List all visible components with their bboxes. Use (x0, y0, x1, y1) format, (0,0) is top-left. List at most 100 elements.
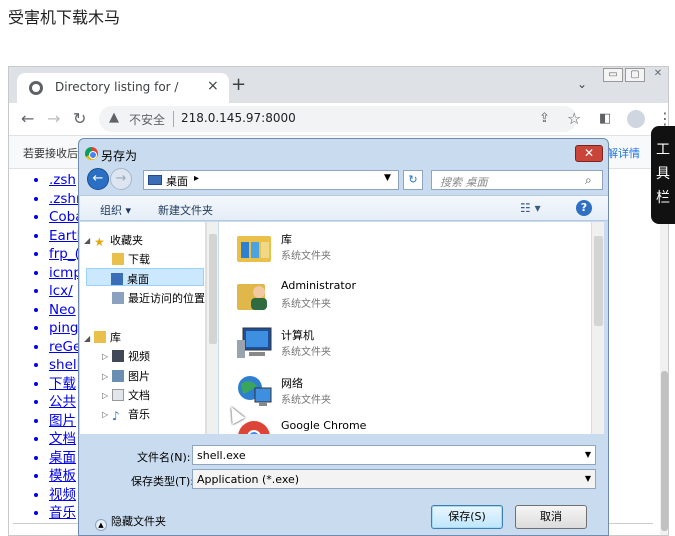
nav-scrollbar[interactable] (206, 222, 218, 434)
file-scroll-thumb[interactable] (594, 236, 603, 326)
dialog-nav-bar: ← → 桌面 ▸ ▼ ↻ 搜索 桌面 ⌕ (85, 167, 604, 193)
file-name: Administrator (281, 279, 356, 292)
chevron-down-icon[interactable]: ▼ (585, 450, 591, 459)
video-icon (112, 350, 124, 362)
file-item[interactable]: Administrator 系统文件夹 (235, 274, 535, 318)
organize-button[interactable]: 组织 ▾ (100, 202, 131, 218)
file-scrollbar[interactable] (591, 222, 604, 434)
nav-recent-label: 最近访问的位置 (128, 292, 205, 305)
location-text[interactable]: 桌面 (166, 173, 188, 189)
nav-recent[interactable]: 最近访问的位置 (112, 290, 205, 306)
network-icon (238, 376, 272, 406)
nav-libraries[interactable]: 库 (94, 329, 121, 345)
bookmark-star-icon[interactable]: ☆ (567, 109, 581, 128)
file-item[interactable]: Google Chrome (235, 414, 535, 434)
file-item[interactable]: 库 系统文件夹 (235, 226, 535, 270)
nav-desktop[interactable]: 桌面 (86, 268, 204, 286)
expand-arrow-icon[interactable]: ◢ (84, 334, 90, 343)
star-icon: ★ (94, 235, 105, 249)
dialog-close-button[interactable]: ✕ (575, 145, 603, 162)
expand-arrow-icon[interactable]: ◢ (84, 236, 90, 245)
filetype-select[interactable]: Application (*.exe) ▼ (192, 469, 596, 489)
new-folder-button[interactable]: 新建文件夹 (158, 202, 213, 218)
reload-icon[interactable]: ↻ (73, 109, 86, 128)
library-folder-icon (237, 236, 271, 262)
dialog-search-input[interactable]: 搜索 桌面 ⌕ (431, 170, 603, 190)
insecure-label[interactable]: 不安全 (129, 111, 165, 128)
file-type: 系统文件夹 (281, 299, 331, 310)
info-bar-link[interactable]: 解详情 (607, 145, 640, 161)
view-options-icon[interactable]: ☷ ▾ (520, 201, 541, 215)
nav-music[interactable]: ♪ 音乐 (112, 406, 150, 423)
hide-folders-toggle[interactable]: ▲ 隐藏文件夹 (95, 513, 166, 531)
library-icon (94, 331, 106, 343)
dialog-back-button[interactable]: ← (87, 168, 109, 190)
nav-downloads[interactable]: 下载 (112, 251, 150, 267)
collapse-up-icon: ▲ (95, 519, 107, 531)
tab-search-icon[interactable]: ⌄ (577, 77, 587, 91)
nav-documents-label: 文档 (128, 389, 150, 402)
nav-favorites[interactable]: ★ 收藏夹 (94, 232, 143, 249)
file-type: 系统文件夹 (281, 347, 331, 358)
search-icon[interactable]: ⌕ (585, 173, 592, 188)
dialog-address-bar[interactable]: 桌面 ▸ ▼ (143, 170, 399, 190)
collapse-arrow-icon[interactable]: ▷ (102, 372, 108, 381)
collapse-arrow-icon[interactable]: ▷ (102, 410, 108, 419)
window-close-button[interactable]: ✕ (649, 68, 667, 82)
page-caption: 受害机下载木马 (8, 8, 121, 27)
minimize-button[interactable]: ▭ (603, 68, 623, 82)
filename-input[interactable]: shell.exe ▼ (192, 445, 596, 465)
help-icon[interactable]: ? (576, 200, 592, 216)
side-panel-icon[interactable]: ◧ (599, 111, 611, 126)
share-icon[interactable]: ⇪ (539, 111, 550, 126)
nav-desktop-label: 桌面 (127, 273, 149, 286)
page-scroll-thumb[interactable] (661, 371, 668, 531)
recent-places-icon (112, 292, 124, 304)
desktop-icon (148, 175, 162, 185)
nav-downloads-label: 下载 (128, 253, 150, 266)
file-type: 系统文件夹 (281, 251, 331, 262)
url-text[interactable]: 218.0.145.97:8000 (181, 111, 296, 125)
browser-tab[interactable]: Directory listing for / × (17, 73, 229, 103)
filetype-value[interactable]: Application (*.exe) (197, 473, 299, 486)
tab-close-icon[interactable]: × (207, 78, 219, 94)
file-name: 网络 (281, 377, 303, 390)
toolbox-panel[interactable]: 工 具 栏 (651, 126, 675, 224)
back-arrow-icon[interactable]: ← (21, 109, 34, 128)
save-button[interactable]: 保存(S) (431, 505, 503, 529)
profile-avatar[interactable] (627, 110, 645, 128)
hide-folders-label: 隐藏文件夹 (111, 515, 166, 528)
collapse-arrow-icon[interactable]: ▷ (102, 391, 108, 400)
file-name: 库 (281, 233, 292, 246)
nav-libraries-label: 库 (110, 331, 121, 344)
page-scrollbar[interactable] (660, 169, 668, 535)
dialog-forward-button[interactable]: → (110, 168, 132, 190)
maximize-button[interactable]: ▢ (625, 68, 645, 82)
forward-arrow-icon[interactable]: → (47, 109, 60, 128)
filename-value[interactable]: shell.exe (197, 449, 246, 462)
search-placeholder: 搜索 桌面 (440, 176, 488, 189)
nav-videos[interactable]: 视频 (112, 348, 150, 364)
address-bar[interactable]: ▲ 不安全 218.0.145.97:8000 (99, 106, 577, 132)
warning-icon[interactable]: ▲ (109, 110, 119, 125)
nav-scroll-thumb[interactable] (209, 234, 217, 344)
nav-pictures[interactable]: 图片 (112, 368, 150, 384)
filename-label: 文件名(N): (137, 451, 191, 464)
file-name: 计算机 (281, 329, 314, 342)
nav-music-label: 音乐 (128, 408, 150, 421)
file-item[interactable]: 计算机 系统文件夹 (235, 322, 535, 366)
file-item[interactable]: 网络 系统文件夹 (235, 370, 535, 414)
file-type: 系统文件夹 (281, 395, 331, 406)
new-tab-button[interactable]: + (231, 74, 246, 95)
computer-icon (237, 327, 272, 358)
chevron-down-icon[interactable]: ▼ (585, 474, 591, 483)
refresh-icon[interactable]: ↻ (403, 170, 423, 190)
nav-pictures-label: 图片 (128, 370, 150, 383)
address-dropdown-icon[interactable]: ▼ (384, 173, 391, 183)
nav-documents[interactable]: 文档 (112, 387, 150, 403)
collapse-arrow-icon[interactable]: ▷ (102, 352, 108, 361)
info-bar-text: 若要接收后 (23, 147, 78, 160)
chevron-right-icon[interactable]: ▸ (194, 173, 199, 184)
cancel-button[interactable]: 取消 (515, 505, 587, 529)
nav-videos-label: 视频 (128, 350, 150, 363)
